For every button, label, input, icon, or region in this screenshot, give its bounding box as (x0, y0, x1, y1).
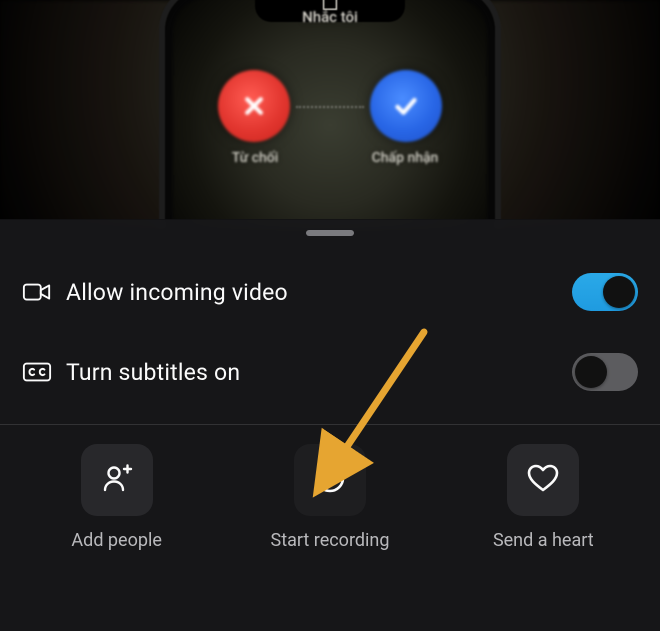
contact-name: Nhắc tôi (300, 8, 360, 26)
subtitles-label: Turn subtitles on (66, 359, 572, 386)
send-heart-label: Send a heart (493, 530, 594, 551)
sheet-grabber[interactable] (306, 230, 354, 236)
video-camera-icon (22, 279, 66, 305)
incoming-call-card: Nhắc tôi Từ chối Chấp nhận (165, 0, 495, 230)
send-heart-button[interactable] (507, 444, 579, 516)
start-recording-label: Start recording (271, 530, 390, 551)
accept-call-button[interactable] (370, 70, 442, 142)
add-people-button[interactable] (81, 444, 153, 516)
start-recording-button[interactable] (294, 444, 366, 516)
allow-incoming-video-toggle[interactable] (572, 273, 638, 311)
add-person-icon (99, 460, 135, 500)
decline-call-button[interactable] (218, 70, 290, 142)
start-recording-action: Start recording (240, 444, 420, 551)
heart-icon (525, 460, 561, 500)
allow-incoming-video-row[interactable]: Allow incoming video (0, 256, 660, 328)
section-divider (0, 424, 660, 425)
allow-incoming-video-label: Allow incoming video (66, 279, 572, 306)
record-icon (312, 460, 348, 500)
add-people-label: Add people (71, 530, 161, 551)
quick-actions: Add people Start recording (0, 444, 660, 594)
screen-root: Nhắc tôi Từ chối Chấp nhận (0, 0, 660, 631)
subtitles-row[interactable]: Turn subtitles on (0, 336, 660, 408)
closed-captions-icon (22, 359, 66, 385)
add-people-action: Add people (27, 444, 207, 551)
call-options-sheet: Allow incoming video Turn subtitles on (0, 219, 660, 631)
accept-label: Chấp nhận (360, 150, 450, 166)
remote-video-preview: Nhắc tôi Từ chối Chấp nhận (0, 0, 660, 230)
send-heart-action: Send a heart (453, 444, 633, 551)
decline-label: Từ chối (210, 150, 300, 166)
subtitles-toggle[interactable] (572, 353, 638, 391)
incoming-call-actions: Từ chối Chấp nhận (200, 70, 460, 170)
